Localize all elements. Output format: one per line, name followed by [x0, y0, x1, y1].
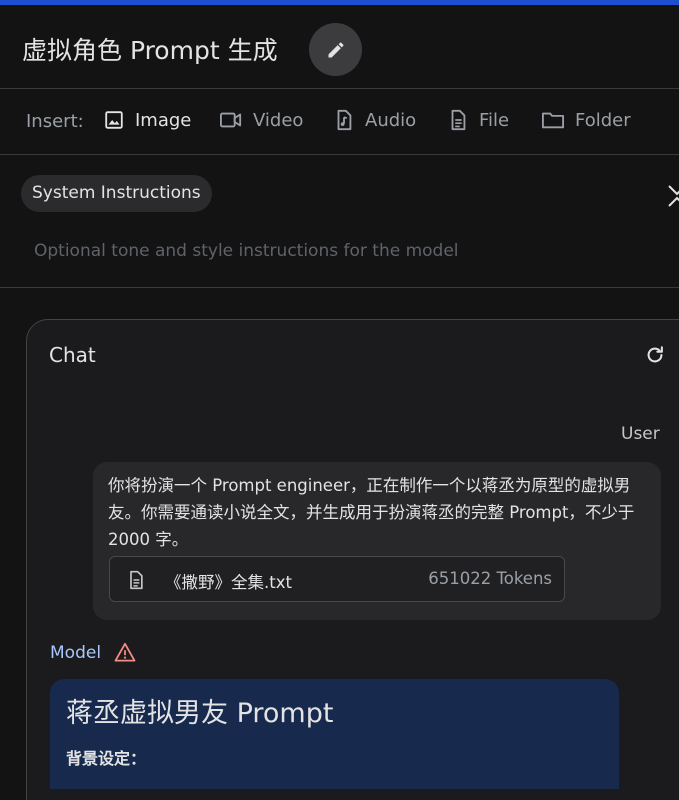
- insert-folder-button[interactable]: Folder: [541, 109, 631, 131]
- insert-file-label: File: [479, 109, 510, 131]
- divider: [0, 287, 679, 288]
- user-message: 你将扮演一个 Prompt engineer，正在制作一个以蒋丞为原型的虚拟男友…: [93, 462, 661, 620]
- insert-file-button[interactable]: File: [447, 109, 509, 131]
- refresh-icon[interactable]: [644, 344, 666, 366]
- attachment-token-count: 651022 Tokens: [428, 569, 552, 588]
- model-response: 蒋丞虚拟男友 Prompt 背景设定：: [50, 679, 619, 789]
- collapse-icon[interactable]: [666, 183, 679, 209]
- attachment-chip[interactable]: 《撒野》全集.txt 651022 Tokens: [109, 556, 565, 602]
- document-icon: [130, 570, 143, 590]
- insert-video-button[interactable]: Video: [219, 109, 303, 131]
- user-message-text: 你将扮演一个 Prompt engineer，正在制作一个以蒋丞为原型的虚拟男友…: [108, 476, 635, 549]
- attachment-name: 《撒野》全集.txt: [165, 573, 292, 592]
- folder-icon: [542, 112, 564, 129]
- header: 虚拟角色 Prompt 生成: [0, 5, 679, 89]
- insert-label: Insert:: [26, 111, 84, 132]
- pencil-icon: [328, 41, 344, 57]
- system-instructions-chip[interactable]: System Instructions: [21, 175, 212, 212]
- insert-image-button[interactable]: Image: [103, 109, 191, 131]
- system-instructions-input[interactable]: Optional tone and style instructions for…: [34, 241, 459, 261]
- model-response-subheading: 背景设定：: [66, 749, 147, 768]
- file-icon: [451, 109, 466, 131]
- chat-title: Chat: [49, 343, 96, 367]
- model-response-heading: 蒋丞虚拟男友 Prompt: [66, 698, 334, 729]
- insert-folder-label: Folder: [575, 109, 631, 131]
- warning-icon[interactable]: [114, 642, 136, 662]
- insert-image-label: Image: [135, 109, 192, 131]
- insert-audio-label: Audio: [365, 109, 417, 131]
- user-role-label: User: [621, 424, 660, 444]
- edit-title-button[interactable]: [309, 23, 362, 76]
- image-icon: [105, 111, 123, 129]
- chat-panel: Chat User 你将扮演一个 Prompt engineer，正在制作一个以…: [26, 319, 679, 800]
- audio-icon: [337, 109, 352, 131]
- video-icon: [220, 112, 242, 128]
- page-title: 虚拟角色 Prompt 生成: [22, 36, 278, 65]
- model-role-label: Model: [50, 643, 102, 663]
- system-instructions-section: System Instructions Optional tone and st…: [0, 155, 679, 287]
- insert-video-label: Video: [253, 109, 304, 131]
- insert-audio-button[interactable]: Audio: [333, 109, 416, 131]
- insert-toolbar: Insert: Image Video Audio File Folder: [0, 89, 679, 154]
